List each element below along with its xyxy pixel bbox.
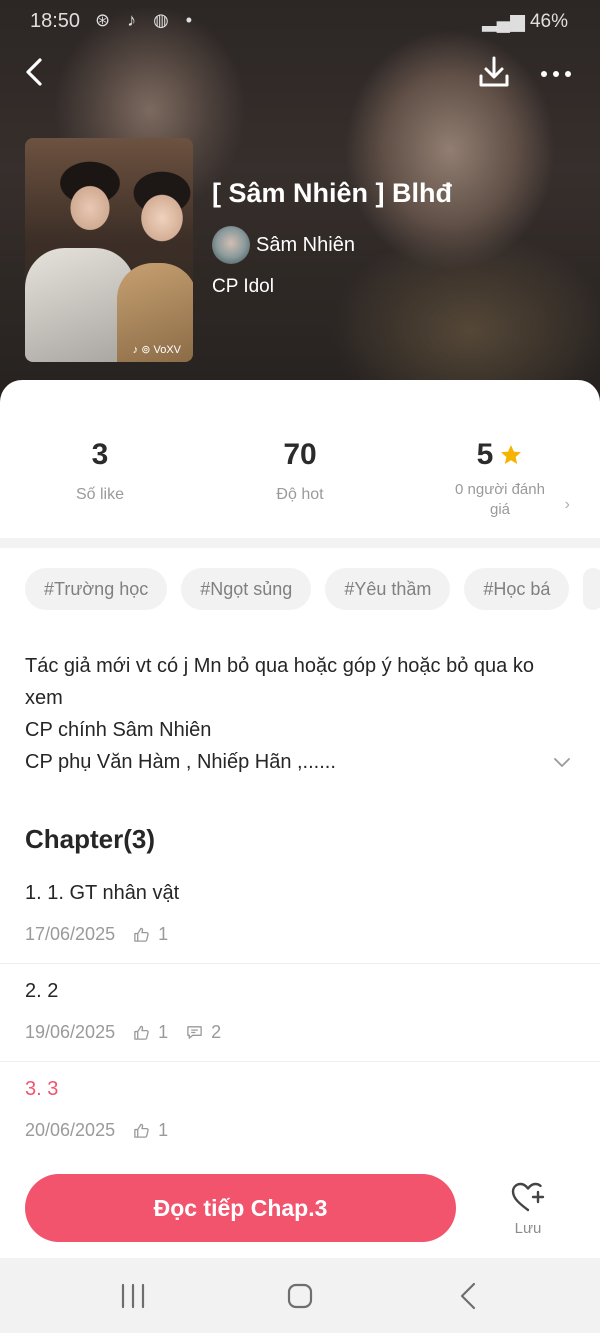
story-category: CP Idol [212,276,274,297]
chapter-item[interactable]: 2. 2 19/06/2025 1 2 [0,964,600,1062]
download-icon [479,56,509,87]
cover-watermark: ♪ ⊚ VoXV [132,344,181,356]
chapter-meta: 17/06/2025 1 [25,924,168,945]
story-cover: ♪ ⊚ VoXV [25,138,193,362]
chapter-title: 3. 3 [25,1078,59,1100]
battery-text: 46% [529,11,568,32]
system-nav-bar [0,1258,600,1333]
tag-chip[interactable]: #Trường học [25,568,168,610]
save-button[interactable]: Lưu [500,1178,556,1242]
likes-label: Số like [75,486,125,503]
tag-chip[interactable]: #Yêu thầm [325,568,451,610]
chapter-section-title: Chapter(3) [25,824,156,854]
chevron-left-icon [26,58,42,86]
author-avatar[interactable] [212,226,250,264]
stat-hot: 70 Độ hot [200,438,400,504]
continue-reading-button[interactable]: Đọc tiếp Chap.3 [25,1174,456,1242]
chapter-item-current[interactable]: 3. 3 20/06/2025 1 [0,1062,600,1160]
chapter-comments: 2 [211,1022,222,1042]
chevron-down-icon[interactable] [552,752,572,772]
rating-value: 5 [476,438,494,471]
comment-icon [187,1026,202,1039]
section-divider [0,538,600,548]
hot-value: 70 [283,438,317,471]
thumbs-up-icon [134,1123,149,1138]
chapter-likes: 1 [158,924,169,944]
chapter-title: 2. 2 [25,980,59,1002]
tag-chip[interactable]: #Học bá [464,568,570,610]
stat-rating[interactable]: 5 0 người đánh giá [400,438,600,520]
more-dots-icon [541,71,571,77]
bottom-action-bar: Đọc tiếp Chap.3 Lưu [0,1158,600,1258]
stats-row: 3 Số like 70 Độ hot 5 0 người đánh giá › [0,380,600,538]
tag-chip[interactable]: #Ngọt sủng [181,568,312,610]
chapter-date: 20/06/2025 [25,1120,116,1140]
top-bar [0,48,600,96]
chapter-likes: 1 [158,1120,169,1140]
save-label: Lưu [514,1220,542,1237]
chapter-date: 19/06/2025 [25,1022,116,1042]
description-line: Tác giả mới vt có j Mn bỏ qua hoặc góp ý… [25,655,534,709]
story-title: [ Sâm Nhiên ] Blhđ [212,178,453,208]
star-icon [501,445,522,464]
recent-apps-icon[interactable] [118,1282,148,1310]
chevron-right-icon[interactable]: › [565,496,570,514]
stat-likes: 3 Số like [0,438,200,504]
tag-list: #Trường học #Ngọt sủng #Yêu thầm #Học bá [25,568,600,610]
story-description[interactable]: Tác giả mới vt có j Mn bỏ qua hoặc góp ý… [25,650,555,778]
download-button[interactable] [474,52,514,92]
more-options-button[interactable] [536,52,576,92]
nav-back-icon[interactable] [456,1280,480,1312]
thumbs-up-icon [134,1025,149,1040]
thumbs-up-icon [134,927,149,942]
heart-plus-icon [511,1182,545,1212]
description-line: CP chính Sâm Nhiên [25,719,212,741]
status-time: 18:50 [30,10,81,32]
back-button[interactable] [18,52,54,92]
status-bar: 18:50 ⊛ ♪ ◍ • ▂▄▆ 46% [0,0,600,44]
battery-level: ▂▄▆ 46% [482,11,568,32]
notification-icons: ⊛ ♪ ◍ • [95,10,199,30]
chapter-meta: 20/06/2025 1 [25,1120,168,1141]
likes-value: 3 [91,438,109,471]
chapter-date: 17/06/2025 [25,924,116,944]
description-line: CP phụ Văn Hàm , Nhiếp Hãn ,...... [25,751,336,773]
chapter-likes: 1 [158,1022,169,1042]
chapter-meta: 19/06/2025 1 2 [25,1022,221,1043]
chapter-title: 1. 1. GT nhân vật [25,882,180,904]
hot-label: Độ hot [276,486,324,503]
home-icon[interactable] [286,1282,314,1310]
chapter-item[interactable]: 1. 1. GT nhân vật 17/06/2025 1 [0,866,600,964]
tag-chip-partial[interactable] [583,568,600,610]
author-row[interactable]: Sâm Nhiên [212,226,355,264]
author-name[interactable]: Sâm Nhiên [256,234,355,257]
rating-label: 0 người đánh giá [455,481,545,518]
